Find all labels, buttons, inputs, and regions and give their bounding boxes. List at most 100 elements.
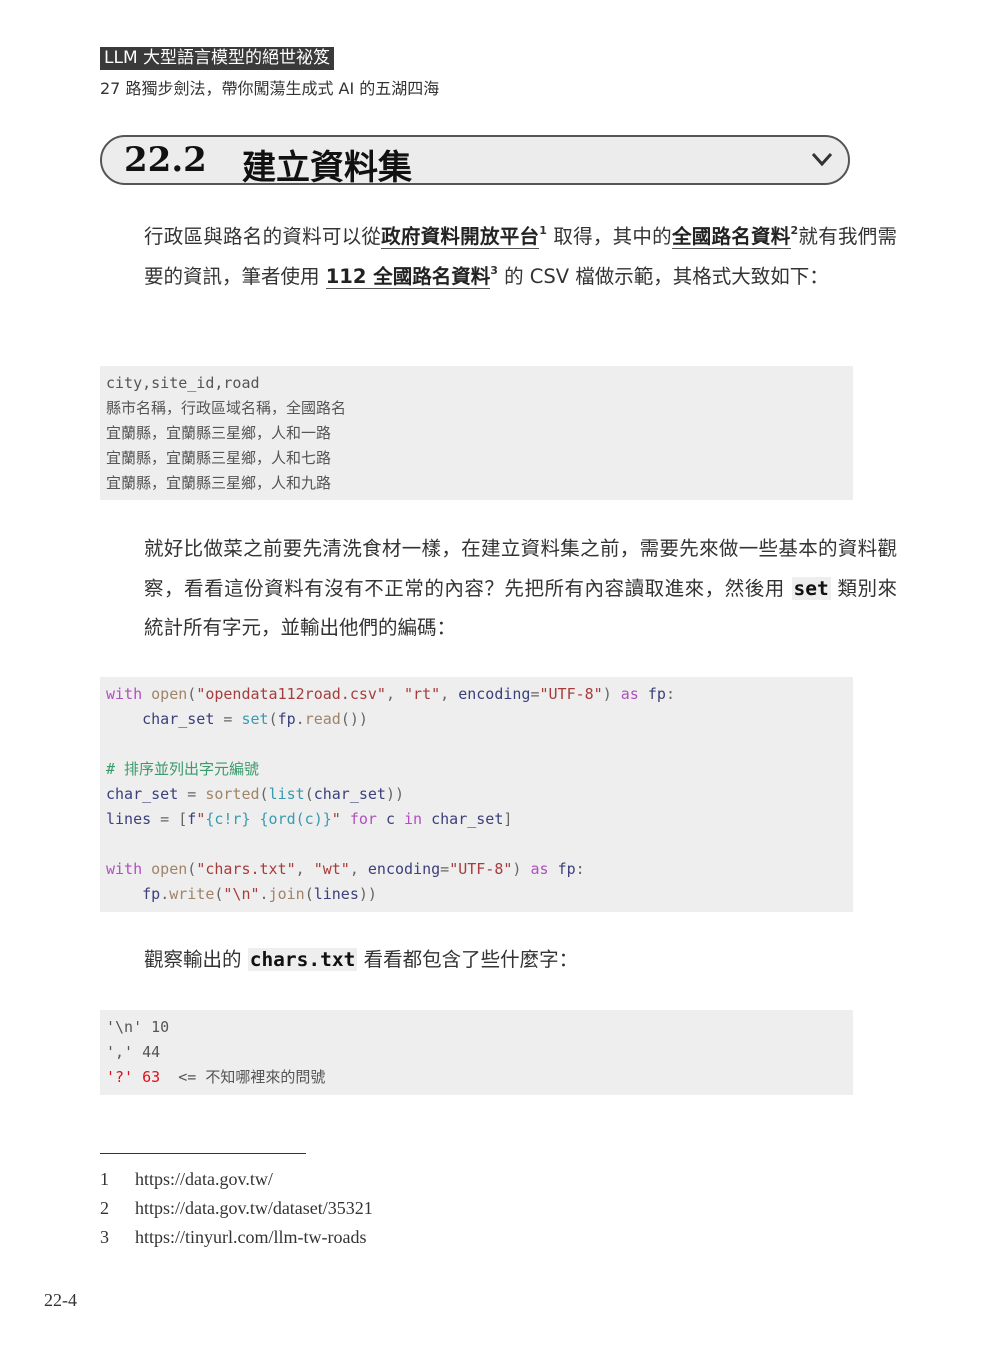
paragraph-output: 觀察輸出的 chars.txt 看看都包含了些什麼字： <box>100 940 897 980</box>
text: 就好比做菜之前要先清洗食材一樣，在建立資料集之前，需要先來做一些基本的資料觀察，… <box>144 537 897 600</box>
footnote-url[interactable]: https://tinyurl.com/llm-tw-roads <box>135 1227 366 1247</box>
paragraph-observe: 就好比做菜之前要先清洗食材一樣，在建立資料集之前，需要先來做一些基本的資料觀察，… <box>100 529 897 648</box>
code-token: ( <box>187 685 197 703</box>
code-token: char_set <box>431 810 504 828</box>
section-title: 建立資料集 <box>242 148 412 188</box>
code-token: with <box>106 685 143 703</box>
code-token: fp <box>277 710 296 728</box>
csv-line: 宜蘭縣，宜蘭縣三星鄉，人和一路 <box>106 424 332 442</box>
code-token: ()) <box>340 710 368 728</box>
code-token: ( <box>304 885 314 903</box>
code-token: write <box>169 885 215 903</box>
section-number: 22.2 <box>124 140 207 180</box>
code-token: " <box>196 810 206 828</box>
code-token: read <box>304 710 341 728</box>
book-subtitle: 27 路獨步劍法，帶你闖蕩生成式 AI 的五湖四海 <box>100 79 440 98</box>
code-token: 不知哪裡來的問號 <box>205 1068 326 1086</box>
inline-code: chars.txt <box>247 948 358 971</box>
code-token: char_set <box>142 710 215 728</box>
code-token: encoding <box>458 685 531 703</box>
code-token: c <box>385 810 395 828</box>
footnote-3: 3 https://tinyurl.com/llm-tw-roads <box>100 1227 366 1248</box>
code-token: : <box>575 860 585 878</box>
code-token: ',' 44 <box>106 1043 161 1061</box>
code-token: , <box>349 860 368 878</box>
code-line: '\n' 10 <box>106 1015 847 1040</box>
link-open-data-platform[interactable]: 政府資料開放平台 <box>381 225 540 249</box>
footnote-url[interactable]: https://data.gov.tw/dataset/35321 <box>135 1198 373 1218</box>
code-token: )) <box>385 785 405 803</box>
footnote-number: 1 <box>100 1169 109 1189</box>
code-line: char_set = set(fp.read()) <box>106 707 847 732</box>
code-token: fp <box>647 685 666 703</box>
code-token: {ord(c)} <box>259 810 332 828</box>
footnote-number: 3 <box>100 1227 109 1247</box>
link-112-road-data[interactable]: 112 全國路名資料 <box>325 264 491 289</box>
code-line: char_set = sorted(list(char_set)) <box>106 782 847 807</box>
code-token: "UTF-8" <box>539 685 603 703</box>
code-token: "opendata112road.csv" <box>196 685 386 703</box>
code-token: "chars.txt" <box>196 860 296 878</box>
book-title: LLM 大型語言模型的絕世祕笈 <box>100 47 335 70</box>
code-token: . <box>295 710 305 728</box>
footnote-1: 1 https://data.gov.tw/ <box>100 1169 273 1190</box>
text: 取得，其中的 <box>553 225 672 248</box>
python-code-block: with open("opendata112road.csv", "rt", e… <box>100 677 853 912</box>
code-token: char_set <box>313 785 386 803</box>
code-token: set <box>241 710 269 728</box>
chevron-down-icon <box>811 152 833 167</box>
text: 看看都包含了些什麼字： <box>357 948 579 971</box>
code-token: with <box>106 860 143 878</box>
footnote-2: 2 https://data.gov.tw/dataset/35321 <box>100 1198 373 1219</box>
code-token: " <box>331 810 341 828</box>
footnote-url[interactable]: https://data.gov.tw/ <box>135 1169 273 1189</box>
code-token: lines <box>106 810 152 828</box>
footnote-number: 2 <box>100 1198 109 1218</box>
code-token: f <box>187 810 197 828</box>
code-token: "rt" <box>404 685 441 703</box>
code-token: lines <box>313 885 359 903</box>
code-token: = <box>530 685 540 703</box>
code-token: "wt" <box>313 860 350 878</box>
code-token: fp <box>142 885 161 903</box>
footnote-ref: 3 <box>490 263 498 277</box>
code-line: lines = [f"{c!r} {ord(c)}" for c in char… <box>106 807 847 832</box>
code-token: ( <box>259 785 269 803</box>
csv-line: 宜蘭縣，宜蘭縣三星鄉，人和九路 <box>106 474 332 492</box>
code-token: ( <box>268 710 278 728</box>
csv-line: 縣市名稱，行政區域名稱，全國路名 <box>106 399 347 417</box>
code-token: as <box>530 860 549 878</box>
code-token: ( <box>187 860 197 878</box>
intro-paragraph: 行政區與路名的資料可以從政府資料開放平台1 取得，其中的全國路名資料2就有我們需… <box>100 217 897 296</box>
code-token: <= <box>160 1068 206 1086</box>
code-token: , <box>385 685 405 703</box>
csv-line: 宜蘭縣，宜蘭縣三星鄉，人和七路 <box>106 449 332 467</box>
text: 行政區與路名的資料可以從 <box>144 225 382 248</box>
code-line: '?' 63 <= 不知哪裡來的問號 <box>106 1065 847 1090</box>
text: 的 CSV 檔做示範，其格式大致如下： <box>504 264 829 288</box>
code-token: , <box>440 685 459 703</box>
code-line: with open("opendata112road.csv", "rt", e… <box>106 682 847 707</box>
code-token: '\n' 10 <box>106 1018 170 1036</box>
code-token: = <box>440 860 450 878</box>
code-token: = <box>178 785 206 803</box>
code-token: encoding <box>367 860 441 878</box>
code-token: # 排序並列出字元編號 <box>106 760 260 778</box>
section-heading: 22.2 建立資料集 <box>100 135 850 188</box>
link-road-name-data[interactable]: 全國路名資料 <box>671 225 791 249</box>
code-token: = [ <box>151 810 188 828</box>
code-token: '?' 63 <box>106 1068 161 1086</box>
code-token: char_set <box>106 785 179 803</box>
output-block: '\n' 10 ',' 44 '?' 63 <= 不知哪裡來的問號 <box>100 1010 853 1095</box>
